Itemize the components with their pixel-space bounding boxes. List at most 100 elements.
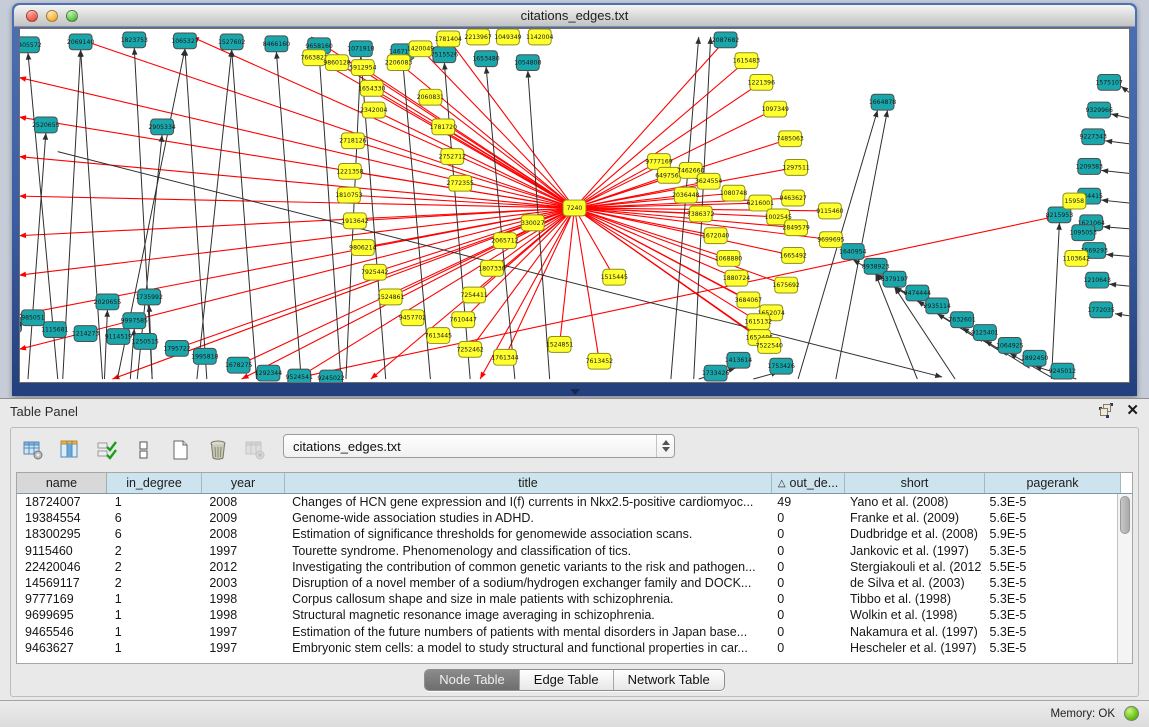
cell-pagerank[interactable]: 5.3E-5 [982, 575, 1118, 591]
cell-title[interactable]: Changes of HCN gene expression and I(f) … [284, 494, 769, 510]
table-row[interactable]: 1830029562008Estimation of significance … [17, 526, 1117, 542]
cell-year[interactable]: 2003 [201, 575, 284, 591]
column-header-title[interactable]: title [285, 473, 772, 493]
cell-name[interactable]: 19384554 [17, 510, 107, 526]
cell-in_degree[interactable]: 2 [107, 543, 202, 559]
cell-title[interactable]: Corpus callosum shape and size in male p… [284, 591, 769, 607]
cell-in_degree[interactable]: 1 [107, 494, 202, 510]
cell-out_de[interactable]: 0 [769, 640, 842, 656]
table-select-dropdown[interactable]: citations_edges.txt [283, 434, 675, 458]
cell-title[interactable]: Structural magnetic resonance image aver… [284, 607, 769, 623]
column-header-out_de[interactable]: △out_de... [772, 473, 845, 493]
cell-out_de[interactable]: 0 [769, 607, 842, 623]
table-options-icon[interactable] [21, 438, 45, 462]
table-row[interactable]: 1938455462009Genome-wide association stu… [17, 510, 1117, 526]
network-graph-canvas[interactable]: 2405572206914018237531065327152760284661… [19, 28, 1130, 383]
cell-year[interactable]: 1998 [201, 607, 284, 623]
cell-in_degree[interactable]: 1 [107, 607, 202, 623]
cell-title[interactable]: Estimation of the future numbers of pati… [284, 624, 769, 640]
vertical-scrollbar[interactable] [1117, 494, 1132, 663]
cell-title[interactable]: Embryonic stem cells: a model to study s… [284, 640, 769, 656]
cell-title[interactable]: Investigating the contribution of common… [284, 559, 769, 575]
cell-out_de[interactable]: 0 [769, 591, 842, 607]
cell-name[interactable]: 18300295 [17, 526, 107, 542]
column-header-year[interactable]: year [202, 473, 285, 493]
cell-in_degree[interactable]: 1 [107, 624, 202, 640]
cell-in_degree[interactable]: 2 [107, 575, 202, 591]
cell-short[interactable]: Dudbridge et al. (2008) [842, 526, 982, 542]
cell-pagerank[interactable]: 5.3E-5 [982, 624, 1118, 640]
column-header-name[interactable]: name [17, 473, 107, 493]
cell-short[interactable]: Nakamura et al. (1997) [842, 624, 982, 640]
cell-pagerank[interactable]: 5.9E-5 [982, 526, 1118, 542]
cell-in_degree[interactable]: 6 [107, 526, 202, 542]
cell-year[interactable]: 1997 [201, 624, 284, 640]
cell-out_de[interactable]: 0 [769, 575, 842, 591]
tab-node-table[interactable]: Node Table [425, 670, 520, 690]
cell-pagerank[interactable]: 5.3E-5 [982, 607, 1118, 623]
cell-year[interactable]: 1997 [201, 543, 284, 559]
cell-name[interactable]: 18724007 [17, 494, 107, 510]
cell-short[interactable]: Yano et al. (2008) [842, 494, 982, 510]
cell-short[interactable]: Tibbo et al. (1998) [842, 591, 982, 607]
table-mode-icon[interactable] [132, 438, 156, 462]
cell-name[interactable]: 22420046 [17, 559, 107, 575]
cell-name[interactable]: 14569117 [17, 575, 107, 591]
show-columns-icon[interactable] [58, 438, 82, 462]
table-row[interactable]: 977716911998Corpus callosum shape and si… [17, 591, 1117, 607]
cell-name[interactable]: 9463627 [17, 640, 107, 656]
cell-year[interactable]: 2008 [201, 526, 284, 542]
cell-short[interactable]: de Silva et al. (2003) [842, 575, 982, 591]
cell-in_degree[interactable]: 2 [107, 559, 202, 575]
cell-short[interactable]: Jankovic et al. (1997) [842, 543, 982, 559]
column-header-in_degree[interactable]: in_degree [107, 473, 202, 493]
cell-in_degree[interactable]: 1 [107, 591, 202, 607]
cell-pagerank[interactable]: 5.3E-5 [982, 543, 1118, 559]
tab-edge-table[interactable]: Edge Table [520, 670, 614, 690]
close-panel-icon[interactable]: ✕ [1126, 403, 1139, 418]
citation-network-graph[interactable]: 2405572206914018237531065327152760284661… [20, 29, 1129, 382]
tab-network-table[interactable]: Network Table [614, 670, 724, 690]
table-row[interactable]: 1872400712008Changes of HCN gene express… [17, 494, 1117, 510]
cell-name[interactable]: 9465546 [17, 624, 107, 640]
delete-column-icon[interactable] [206, 438, 230, 462]
cell-pagerank[interactable]: 5.3E-5 [982, 591, 1118, 607]
cell-name[interactable]: 9115460 [17, 543, 107, 559]
cell-in_degree[interactable]: 1 [107, 640, 202, 656]
cell-out_de[interactable]: 0 [769, 559, 842, 575]
cell-title[interactable]: Genome-wide association studies in ADHD. [284, 510, 769, 526]
cell-short[interactable]: Wolkin et al. (1998) [842, 607, 982, 623]
cell-pagerank[interactable]: 5.6E-5 [982, 510, 1118, 526]
cell-pagerank[interactable]: 5.3E-5 [982, 640, 1118, 656]
cell-year[interactable]: 1998 [201, 591, 284, 607]
cell-pagerank[interactable]: 5.5E-5 [982, 559, 1118, 575]
column-header-short[interactable]: short [845, 473, 985, 493]
cell-year[interactable]: 1997 [201, 640, 284, 656]
memory-status-indicator[interactable] [1124, 706, 1139, 721]
table-row[interactable]: 946362711997Embryonic stem cells: a mode… [17, 640, 1117, 656]
cell-year[interactable]: 2012 [201, 559, 284, 575]
cell-year[interactable]: 2009 [201, 510, 284, 526]
table-row[interactable]: 2242004622012Investigating the contribut… [17, 559, 1117, 575]
float-panel-icon[interactable] [1099, 403, 1114, 418]
cell-title[interactable]: Estimation of significance thresholds fo… [284, 526, 769, 542]
scrollbar-thumb[interactable] [1120, 496, 1130, 534]
cell-short[interactable]: Stergiakouli et al. (2012) [842, 559, 982, 575]
create-column-icon[interactable] [169, 438, 193, 462]
cell-name[interactable]: 9777169 [17, 591, 107, 607]
cell-short[interactable]: Franke et al. (2009) [842, 510, 982, 526]
panel-resize-handle[interactable] [570, 389, 580, 395]
cell-title[interactable]: Disruption of a novel member of a sodium… [284, 575, 769, 591]
table-row[interactable]: 911546021997Tourette syndrome. Phenomeno… [17, 543, 1117, 559]
cell-out_de[interactable]: 0 [769, 624, 842, 640]
delete-table-icon[interactable] [243, 438, 267, 462]
cell-short[interactable]: Hescheler et al. (1997) [842, 640, 982, 656]
cell-pagerank[interactable]: 5.3E-5 [982, 494, 1118, 510]
table-row[interactable]: 946554611997Estimation of the future num… [17, 624, 1117, 640]
cell-name[interactable]: 9699695 [17, 607, 107, 623]
cell-out_de[interactable]: 0 [769, 510, 842, 526]
cell-out_de[interactable]: 0 [769, 526, 842, 542]
column-header-pagerank[interactable]: pagerank [985, 473, 1121, 493]
cell-in_degree[interactable]: 6 [107, 510, 202, 526]
cell-out_de[interactable]: 49 [769, 494, 842, 510]
